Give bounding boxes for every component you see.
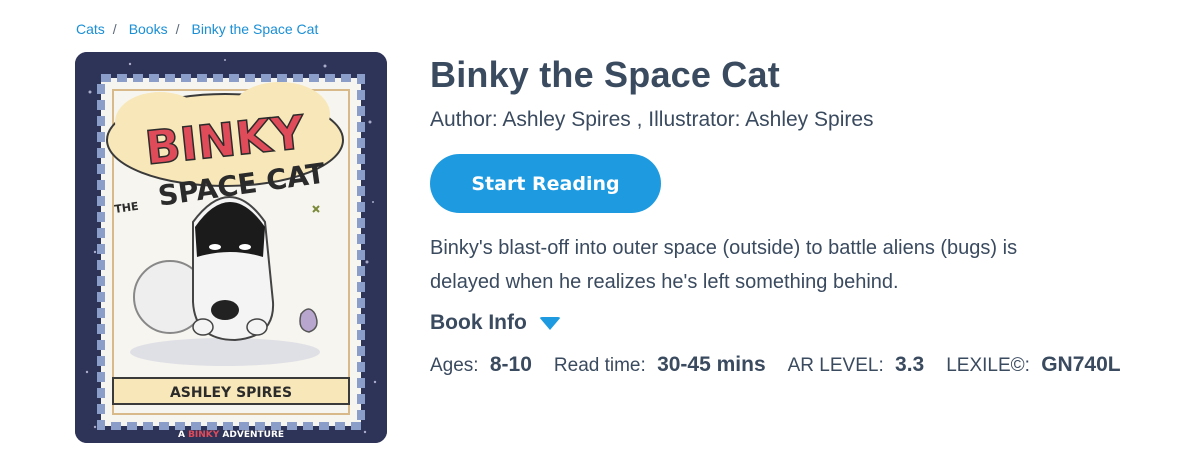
book-cover-art: BINKY THE SPACE CAT ASHLEY SPIRES A BINK…: [75, 52, 387, 443]
svg-text:A BINKY ADVENTURE: A BINKY ADVENTURE: [178, 430, 284, 440]
ar-level-label: AR LEVEL:: [787, 355, 884, 376]
meta-ages: Ages: 8-10: [430, 353, 532, 377]
start-reading-button[interactable]: Start Reading: [430, 154, 661, 213]
caret-down-icon: [538, 316, 561, 330]
meta-read-time: Read time: 30-45 mins: [554, 353, 766, 377]
book-title: Binky the Space Cat: [430, 54, 780, 95]
book-details: Binky the Space Cat Author: Ashley Spire…: [430, 54, 1170, 377]
read-time-label: Read time:: [553, 355, 646, 376]
book-byline: Author: Ashley Spires , Illustrator: Ash…: [430, 108, 874, 131]
meta-lexile: LEXILE©: GN740L: [946, 353, 1120, 377]
meta-ar-level: AR LEVEL: 3.3: [788, 353, 925, 377]
lexile-value: GN740L: [1041, 353, 1121, 376]
breadcrumb-link-cats[interactable]: Cats: [76, 21, 105, 37]
breadcrumb: Cats / Books / Binky the Space Cat: [76, 21, 318, 37]
book-description: Binky's blast-off into outer space (outs…: [430, 237, 1018, 293]
breadcrumb-separator: /: [175, 21, 180, 37]
ages-label: Ages:: [430, 355, 479, 376]
breadcrumb-link-books[interactable]: Books: [129, 21, 168, 37]
read-time-value: 30-45 mins: [657, 353, 766, 376]
svg-text:ASHLEY SPIRES: ASHLEY SPIRES: [170, 385, 292, 401]
book-cover-image[interactable]: BINKY THE SPACE CAT ASHLEY SPIRES A BINK…: [75, 52, 387, 443]
breadcrumb-separator: /: [112, 21, 117, 37]
lexile-label: LEXILE©:: [946, 355, 1030, 376]
ages-value: 8-10: [489, 353, 532, 376]
book-info-label: Book Info: [430, 311, 527, 334]
book-info-toggle[interactable]: Book Info: [430, 311, 1170, 335]
breadcrumb-link-current[interactable]: Binky the Space Cat: [192, 21, 319, 37]
book-meta: Ages: 8-10 Read time: 30-45 mins AR LEVE…: [430, 353, 1170, 377]
ar-level-value: 3.3: [895, 353, 925, 376]
